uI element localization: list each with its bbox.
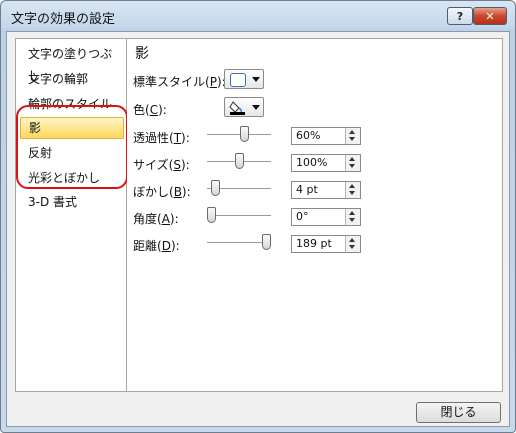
slider-thumb[interactable] bbox=[210, 180, 220, 196]
highlight-annotation bbox=[16, 105, 128, 189]
preset-label: 標準スタイル(P): bbox=[133, 75, 226, 89]
transparency-value: 60% bbox=[296, 129, 321, 142]
dialog-body: 文字の塗りつぶし 文字の輪郭 輪郭のスタイル 影 反射 光彩とぼかし 3-D 書… bbox=[6, 31, 510, 427]
distance-value: 189 pt bbox=[296, 237, 332, 250]
nav-item-3d-format[interactable]: 3-D 書式 bbox=[20, 191, 124, 213]
angle-slider[interactable] bbox=[207, 206, 271, 226]
nav-item-text-fill[interactable]: 文字の塗りつぶし bbox=[20, 43, 124, 83]
help-button[interactable]: ? bbox=[447, 7, 473, 25]
section-title: 影 bbox=[135, 46, 149, 62]
distance-spinner[interactable]: 189 pt bbox=[291, 235, 361, 253]
color-dropdown[interactable] bbox=[224, 97, 264, 117]
blur-label: ぼかし(B): bbox=[133, 185, 191, 199]
angle-spinner[interactable]: 0° bbox=[291, 208, 361, 226]
slider-thumb[interactable] bbox=[240, 126, 249, 142]
slider-thumb[interactable] bbox=[262, 234, 271, 250]
size-value: 100% bbox=[296, 156, 328, 169]
titlebar: 文字の効果の設定 ? ✕ bbox=[1, 1, 515, 31]
angle-label: 角度(A): bbox=[133, 212, 179, 226]
chevron-down-icon bbox=[252, 77, 260, 82]
size-slider[interactable] bbox=[207, 152, 271, 172]
shadow-preset-swatch bbox=[230, 73, 246, 87]
close-button[interactable]: 閉じる bbox=[416, 402, 501, 423]
dialog-window: 文字の効果の設定 ? ✕ 文字の塗りつぶし 文字の輪郭 輪郭のスタイル 影 反射… bbox=[0, 0, 516, 433]
blur-spinner[interactable]: 4 pt bbox=[291, 181, 361, 199]
category-list: 文字の塗りつぶし 文字の輪郭 輪郭のスタイル 影 反射 光彩とぼかし 3-D 書… bbox=[15, 38, 128, 392]
distance-slider[interactable] bbox=[207, 233, 271, 253]
distance-label: 距離(D): bbox=[133, 239, 180, 253]
blur-value: 4 pt bbox=[296, 183, 318, 196]
transparency-spinner[interactable]: 60% bbox=[291, 127, 361, 145]
settings-panel: 影 標準スタイル(P): 色(C): 透過性(T): 60% サイズ(S): 1… bbox=[127, 38, 503, 392]
transparency-label: 透過性(T): bbox=[133, 131, 190, 145]
transparency-slider[interactable] bbox=[207, 125, 271, 145]
color-label: 色(C): bbox=[133, 103, 167, 117]
close-window-button[interactable]: ✕ bbox=[473, 7, 507, 25]
slider-thumb[interactable] bbox=[207, 207, 216, 223]
chevron-down-icon bbox=[252, 105, 260, 110]
slider-thumb[interactable] bbox=[234, 153, 244, 169]
nav-item-text-outline[interactable]: 文字の輪郭 bbox=[20, 68, 124, 90]
blur-slider[interactable] bbox=[207, 179, 271, 199]
angle-value: 0° bbox=[296, 210, 309, 223]
size-spinner[interactable]: 100% bbox=[291, 154, 361, 172]
preset-dropdown[interactable] bbox=[224, 69, 264, 89]
size-label: サイズ(S): bbox=[133, 158, 190, 172]
window-title: 文字の効果の設定 bbox=[11, 12, 116, 27]
paint-bucket-icon bbox=[229, 101, 245, 115]
